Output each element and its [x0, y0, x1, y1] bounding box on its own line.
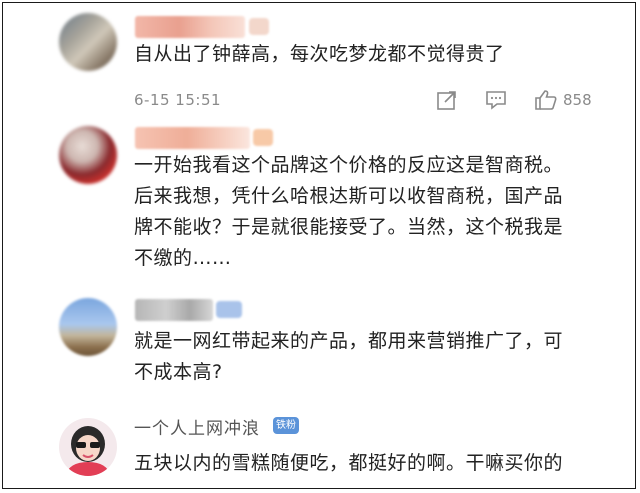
comment-text: 一开始我看这个品牌这个价格的反应这是智商税。 后来我想，凭什么哈根达斯可以收智商… [134, 154, 564, 269]
fan-badge: 铁粉 [273, 417, 299, 434]
comment-item: 一个人上网冲浪 铁粉 五块以内的雪糕随便吃，都挺好的啊。干嘛买你的 [3, 414, 635, 488]
comment-meta: 6-15 15:51 858 [134, 89, 604, 113]
comment-text: 就是一网红带起来的产品，都用来营销推广了，可 不成本高? [134, 330, 564, 383]
user-badge-pixelated [216, 301, 242, 318]
username-pixelated[interactable] [135, 16, 245, 38]
comment-text: 五块以内的雪糕随便吃，都挺好的啊。干嘛买你的 [134, 452, 564, 474]
avatar[interactable] [59, 13, 117, 71]
avatar[interactable] [59, 126, 117, 184]
comment-text: 自从出了钟薛高，每次吃梦龙都不觉得贵了 [134, 43, 505, 65]
avatar[interactable] [59, 298, 117, 356]
username-pixelated[interactable] [135, 127, 250, 149]
like-count: 858 [563, 91, 592, 109]
comment-feed: 自从出了钟薛高，每次吃梦龙都不觉得贵了 6-15 15:51 858 一开始我看… [2, 2, 636, 489]
user-badge-pixelated [253, 129, 273, 146]
username[interactable]: 一个人上网冲浪 [134, 414, 260, 439]
share-icon[interactable] [436, 89, 458, 115]
comment-item: 自从出了钟薛高，每次吃梦龙都不觉得贵了 6-15 15:51 858 [3, 11, 635, 121]
comment-item: 一开始我看这个品牌这个价格的反应这是智商税。 后来我想，凭什么哈根达斯可以收智商… [3, 122, 635, 282]
comment-icon[interactable] [485, 89, 507, 115]
thumbs-up-icon[interactable] [534, 89, 558, 115]
avatar[interactable] [59, 418, 117, 476]
username-pixelated[interactable] [135, 299, 213, 321]
user-badge-pixelated [249, 18, 269, 35]
comment-item: 就是一网红带起来的产品，都用来营销推广了，可 不成本高? [3, 294, 635, 404]
comment-timestamp: 6-15 15:51 [134, 91, 222, 109]
